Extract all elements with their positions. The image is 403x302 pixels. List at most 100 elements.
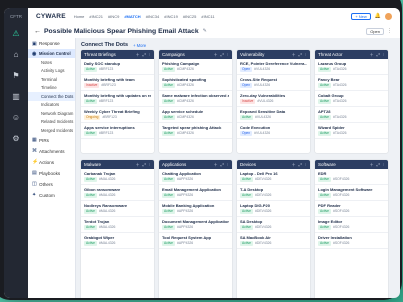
dot-card[interactable]: Monthly briefing with team Inactive #BRF12… <box>81 75 154 91</box>
nav-sub-terminal[interactable]: Terminal <box>28 75 75 84</box>
dot-card[interactable]: Laptop DIG-P20 Active #DEV4326 <box>237 201 310 217</box>
more-link[interactable]: + More <box>133 43 146 48</box>
dot-card[interactable]: EDR Active #SOF4326 <box>315 169 388 185</box>
dot-card[interactable]: Phishing Campaign Active #CMP4326 <box>159 59 232 75</box>
dot-card[interactable]: Lazarus Group Active #TA4326 <box>315 59 388 75</box>
column-actions-icon[interactable]: ＋ ⤢ ⋮ <box>292 52 307 58</box>
dot-card[interactable]: Targeted spear phishing Attack Active #CMP… <box>159 123 232 139</box>
column-panel: Applications ＋ ⤢ ⋮ Chatting Application Act… <box>159 160 232 298</box>
top-tab[interactable]: #INC19 <box>164 14 178 19</box>
status-badge: Active <box>162 115 175 120</box>
home-icon[interactable]: ⌂ <box>10 49 22 61</box>
nav-sub-activity-logs[interactable]: Activity Logs <box>28 67 75 76</box>
status-badge: Ongoing <box>84 115 101 120</box>
alert-icon[interactable]: ⚠ <box>10 28 22 40</box>
more-options-icon[interactable]: ⋮ <box>387 28 392 34</box>
nav-actions[interactable]: ⚡ Actions <box>28 157 75 168</box>
nav-others[interactable]: ◫ Others <box>28 179 75 190</box>
column-panel: Campaigns ＋ ⤢ ⋮ Phishing Campaign Active #CM… <box>159 50 232 153</box>
top-tab[interactable]: #INC11 <box>201 14 214 19</box>
nav-attachments[interactable]: ⌘ Attachments <box>28 146 75 157</box>
column-actions-icon[interactable]: ＋ ⤢ ⋮ <box>292 162 307 168</box>
dot-card[interactable]: Wizard Spider Active #TA4326 <box>315 123 388 139</box>
dot-card[interactable]: Same malware infection observed ac... Act… <box>159 91 232 107</box>
nav-sub-timeline[interactable]: Timeline <box>28 84 75 93</box>
edit-icon[interactable]: ✎ <box>203 28 207 34</box>
column-actions-icon[interactable]: ＋ ⤢ ⋮ <box>370 52 385 58</box>
card-meta: Active #MAL4326 <box>84 177 151 182</box>
dot-card[interactable]: Carbanak Trojan Active #MAL4326 <box>81 169 154 185</box>
column-panel: Software ＋ ⤢ ⋮ EDR Active #SOF4326 Login Mana… <box>315 160 388 298</box>
dot-card[interactable]: Image Editor Active #SOF4326 <box>315 217 388 233</box>
dot-card[interactable]: Grabbgot Wiper Active #MAL4326 <box>81 233 154 249</box>
dot-card[interactable]: Monthly briefing with updates on re... Ac… <box>81 91 154 107</box>
dot-card[interactable]: APT28 Active #TA4326 <box>315 107 388 123</box>
top-tab[interactable]: #INC21 <box>89 14 103 19</box>
dot-card[interactable]: Document Management Application Active #AP… <box>159 217 232 233</box>
card-meta: Active #BRF123 <box>84 131 151 136</box>
dot-card[interactable]: Zero-day Vulnerabilities Inactive #VUL4326 <box>237 91 310 107</box>
column-actions-icon[interactable]: ＋ ⤢ ⋮ <box>370 162 385 168</box>
nav-label: Custom <box>39 192 55 198</box>
dot-card[interactable]: Code Execution Open #VUL4326 <box>237 123 310 139</box>
new-button[interactable]: + New <box>351 12 371 20</box>
nav-sub-notes[interactable]: Notes <box>28 58 75 67</box>
dot-card[interactable]: SA Desktop Active #DEV4326 <box>237 217 310 233</box>
card-title: Laptop - Dell Pro 16 <box>240 171 278 176</box>
dot-card[interactable]: Email Management Application Active #APP43… <box>159 185 232 201</box>
top-tab[interactable]: #INC34 <box>146 14 160 19</box>
nav-sub-network-diagram[interactable]: Network Diagram <box>28 109 75 118</box>
nav-mission-control[interactable]: ◉ Mission Control <box>28 49 75 58</box>
dot-card[interactable]: Gibon ransomware Active #MAL4326 <box>81 185 154 201</box>
nav-sub-merged-incidents[interactable]: Merged Incidents <box>28 126 75 135</box>
dot-card[interactable]: Terdot Trojan Active #MAL4326 <box>81 217 154 233</box>
dot-card[interactable]: Laptop - Dell Pro 16 Active #DEV4326 <box>237 169 310 185</box>
back-arrow-icon[interactable]: ← <box>34 28 41 35</box>
top-tab[interactable]: Home <box>74 14 85 19</box>
dot-card[interactable]: Tool Request System App Active #APP4326 <box>159 233 232 249</box>
column-actions-icon[interactable]: ＋ ⤢ ⋮ <box>136 52 151 58</box>
card-title: Phishing Campaign <box>162 61 200 66</box>
nav-playbooks[interactable]: ▤ Playbooks <box>28 168 75 179</box>
dot-card[interactable]: Weekly Cyber Threat Briefing Ongoing #BRF1… <box>81 107 154 123</box>
nav-sub-related-incidents[interactable]: Related Incidents <box>28 118 75 127</box>
status-dropdown[interactable]: Open <box>366 27 384 35</box>
nav-sub-indicators[interactable]: Indicators <box>28 101 75 110</box>
nav-response[interactable]: ▣ Response <box>28 38 75 49</box>
dot-card[interactable]: RCE, Pointer Dereference Vulnera... Open #… <box>237 59 310 75</box>
card-id: #MAL4326 <box>98 241 116 246</box>
dot-card[interactable]: Fancy Bear Active #TA4326 <box>315 75 388 91</box>
dot-card[interactable]: Sophisticated spoofing Active #CMP4326 <box>159 75 232 91</box>
dot-card[interactable]: App service schedule Active #CMP4326 <box>159 107 232 123</box>
flag-icon[interactable]: ⚑ <box>10 70 22 82</box>
column-actions-icon[interactable]: ＋ ⤢ ⋮ <box>214 52 229 58</box>
dot-card[interactable]: Nodlreys Ransomware Active #MAL4326 <box>81 201 154 217</box>
dot-card[interactable]: Chatting Application Active #APP4326 <box>159 169 232 185</box>
dot-card[interactable]: T-A Desktop Active #DEV4326 <box>237 185 310 201</box>
nav-custom[interactable]: ✦ Custom <box>28 190 75 201</box>
dot-card[interactable]: Daily SOC standup Active #BRF123 <box>81 59 154 75</box>
dot-card[interactable]: SA MacBook Air Active #DEV4326 <box>237 233 310 249</box>
card-id: #CMP4326 <box>176 83 194 88</box>
dot-card[interactable]: Exposed Sensitive Data Active #VUL4326 <box>237 107 310 123</box>
column-actions-icon[interactable]: ＋ ⤢ ⋮ <box>136 162 151 168</box>
top-tab[interactable]: #INC9 <box>108 14 119 19</box>
dot-card[interactable]: Apps service interruptions Active #BRF123 <box>81 123 154 139</box>
avatar[interactable] <box>385 12 392 20</box>
user-icon[interactable]: ☺ <box>10 112 22 124</box>
dot-card[interactable]: Mobile Banking Application Active #APP4326 <box>159 201 232 217</box>
dot-card[interactable]: Driver Installation Active #SOF4326 <box>315 233 388 249</box>
top-tab[interactable]: #INC25 <box>183 14 197 19</box>
nav-pirs[interactable]: ▦ PIRs <box>28 135 75 146</box>
chart-icon[interactable]: ▥ <box>10 91 22 103</box>
nav-sub-connect-the-dots[interactable]: Connect the Dots <box>28 92 75 101</box>
dot-card[interactable]: PDF Reader Active #SOF4326 <box>315 201 388 217</box>
gear-icon[interactable]: ⚙ <box>10 133 22 145</box>
dot-card[interactable]: Cross-Site Request Open #VUL4326 <box>237 75 310 91</box>
dot-card[interactable]: Login Management Software Active #SOF4326 <box>315 185 388 201</box>
bell-icon[interactable]: 🔔 <box>375 13 381 19</box>
top-tab-active[interactable]: #MATCH <box>124 14 140 19</box>
column-actions-icon[interactable]: ＋ ⤢ ⋮ <box>214 162 229 168</box>
dot-card[interactable]: Cobalt Group Active #TA4326 <box>315 91 388 107</box>
title-actions: Open ⋮ <box>366 27 392 35</box>
